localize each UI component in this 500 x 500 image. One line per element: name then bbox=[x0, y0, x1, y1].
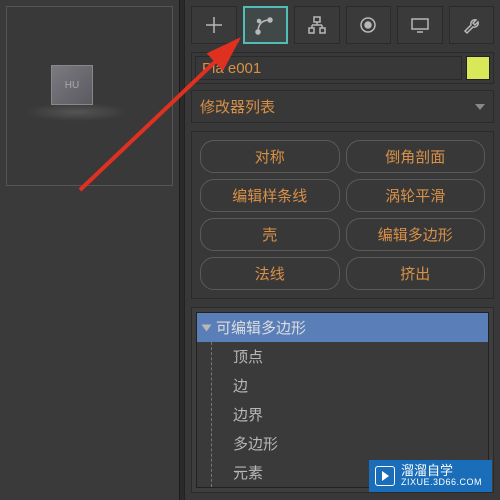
watermark-title: 溜溜自学 bbox=[401, 464, 482, 478]
object-name-row bbox=[191, 52, 494, 84]
tab-motion[interactable] bbox=[346, 6, 392, 44]
object-name-input[interactable] bbox=[195, 56, 462, 80]
mod-chamfer-button[interactable]: 倒角剖面 bbox=[346, 140, 486, 173]
mod-normal-button[interactable]: 法线 bbox=[200, 257, 340, 290]
stack-sub-border[interactable]: 边界 bbox=[221, 400, 488, 429]
viewport: HU bbox=[0, 0, 180, 500]
mod-editspline-button[interactable]: 编辑样条线 bbox=[200, 179, 340, 212]
stack-root-label: 可编辑多边形 bbox=[216, 317, 306, 338]
mod-symmetry-button[interactable]: 对称 bbox=[200, 140, 340, 173]
stack-root-item[interactable]: 可编辑多边形 bbox=[197, 313, 488, 342]
tab-create[interactable] bbox=[191, 6, 237, 44]
watermark: 溜溜自学 ZIXUE.3D66.COM bbox=[369, 460, 492, 492]
stack-sub-edge[interactable]: 边 bbox=[221, 371, 488, 400]
stack-sub-polygon[interactable]: 多边形 bbox=[221, 429, 488, 458]
mod-turbosmooth-button[interactable]: 涡轮平滑 bbox=[346, 179, 486, 212]
play-icon bbox=[375, 466, 395, 486]
stack-sub-vertex[interactable]: 顶点 bbox=[221, 342, 488, 371]
ground-shadow bbox=[27, 103, 127, 121]
command-panel: 修改器列表 对称 倒角剖面 编辑样条线 涡轮平滑 壳 编辑多边形 法线 挤出 可… bbox=[184, 0, 500, 500]
tab-display[interactable] bbox=[397, 6, 443, 44]
mod-extrude-button[interactable]: 挤出 bbox=[346, 257, 486, 290]
modifier-buttons: 对称 倒角剖面 编辑样条线 涡轮平滑 壳 编辑多边形 法线 挤出 bbox=[191, 131, 494, 299]
mod-editpoly-button[interactable]: 编辑多边形 bbox=[346, 218, 486, 251]
tab-utilities[interactable] bbox=[449, 6, 495, 44]
tab-hierarchy[interactable] bbox=[294, 6, 340, 44]
tab-modify[interactable] bbox=[243, 6, 289, 44]
modifier-list-dropdown[interactable]: 修改器列表 bbox=[191, 90, 494, 123]
mod-shell-button[interactable]: 壳 bbox=[200, 218, 340, 251]
panel-tabs bbox=[191, 6, 494, 44]
watermark-url: ZIXUE.3D66.COM bbox=[401, 478, 482, 488]
viewport-scene[interactable]: HU bbox=[6, 6, 173, 186]
expand-icon bbox=[202, 324, 212, 331]
object-color-swatch[interactable] bbox=[466, 56, 490, 80]
scene-object[interactable]: HU bbox=[51, 65, 93, 105]
